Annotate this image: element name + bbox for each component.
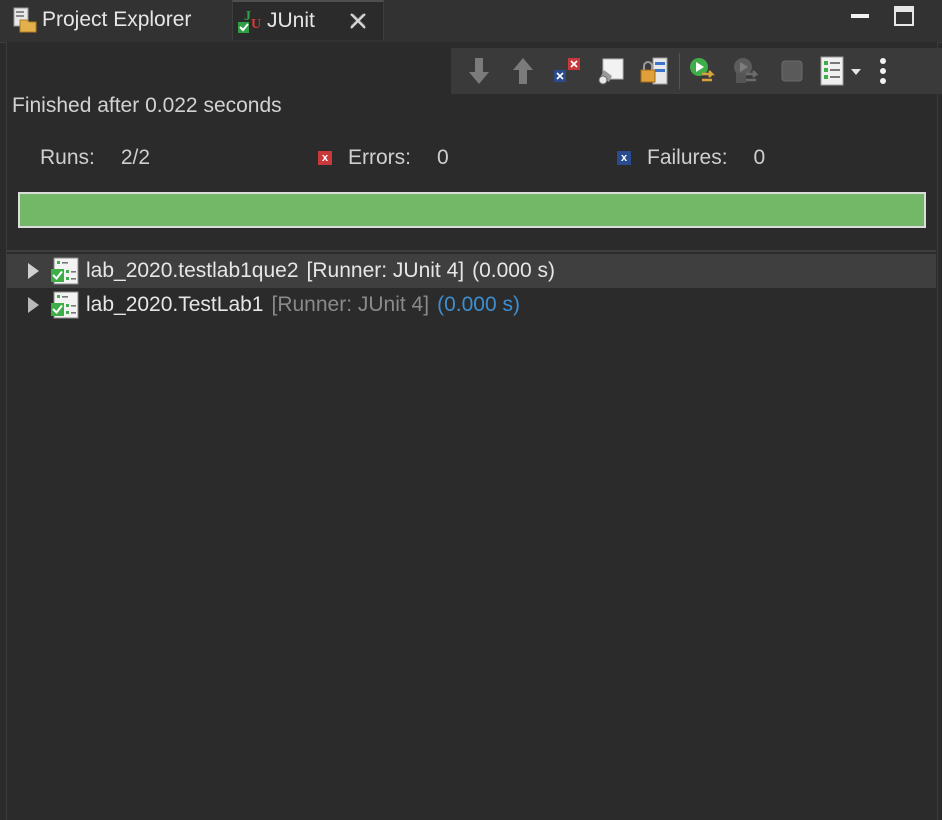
show-skipped-tests-icon[interactable] [589, 51, 633, 91]
view-menu-icon[interactable] [868, 51, 898, 91]
expand-triangle-icon[interactable] [22, 262, 44, 280]
tree-row-testlab1[interactable]: lab_2020.TestLab1 [Runner: JUnit 4] (0.0… [6, 288, 936, 322]
test-suite-success-icon [48, 290, 82, 320]
progress-fill [20, 194, 924, 226]
runs-counter: Runs: 2/2 [40, 146, 150, 170]
runs-value: 2/2 [120, 146, 151, 169]
failures-value: 0 [753, 146, 766, 169]
test-class-name: lab_2020.TestLab1 [86, 293, 264, 316]
scroll-lock-icon[interactable] [633, 51, 677, 91]
error-icon: x [318, 151, 332, 165]
minimize-icon[interactable] [848, 4, 872, 28]
test-tree: lab_2020.testlab1que2 [Runner: JUnit 4] … [6, 254, 936, 322]
rerun-failed-first-icon[interactable] [726, 51, 770, 91]
junit-icon: J U [233, 6, 267, 36]
test-progress-bar [18, 192, 926, 228]
tab-junit-label: JUnit [267, 9, 315, 32]
view-tab-strip: Project Explorer J U JUnit [0, 0, 942, 43]
errors-label: Errors: [348, 146, 411, 169]
test-runner-label: [Runner: JUnit 4] [271, 293, 430, 316]
sash-divider[interactable] [6, 250, 936, 252]
rerun-test-icon[interactable] [682, 51, 726, 91]
project-explorer-icon [8, 5, 42, 35]
tree-row-testlab1que2[interactable]: lab_2020.testlab1que2 [Runner: JUnit 4] … [6, 254, 936, 288]
finished-status-text: Finished after 0.022 seconds [12, 94, 282, 117]
failure-icon: x [617, 151, 631, 165]
test-suite-success-icon [48, 256, 82, 286]
svg-text:U: U [251, 17, 261, 32]
close-icon[interactable] [345, 8, 371, 34]
tab-project-explorer-label: Project Explorer [42, 8, 192, 31]
maximize-icon[interactable] [892, 4, 916, 28]
test-time-label: (0.000 s) [472, 259, 555, 282]
previous-failure-icon[interactable] [501, 51, 545, 91]
svg-text:J: J [244, 9, 251, 24]
errors-value: 0 [437, 146, 449, 169]
failures-label: Failures: [647, 146, 728, 169]
next-failure-icon[interactable] [457, 51, 501, 91]
test-run-history-icon[interactable] [814, 51, 868, 91]
tab-junit[interactable]: J U JUnit [232, 0, 384, 40]
toolbar-separator [679, 53, 680, 89]
stop-icon[interactable] [770, 51, 814, 91]
errors-counter: x Errors: 0 [318, 146, 449, 170]
failures-counter: x Failures: 0 [617, 146, 765, 170]
test-runner-label: [Runner: JUnit 4] [306, 259, 465, 282]
expand-triangle-icon[interactable] [22, 296, 44, 314]
junit-toolbar [451, 48, 942, 94]
test-class-name: lab_2020.testlab1que2 [86, 259, 299, 282]
test-time-label: (0.000 s) [437, 293, 520, 316]
show-failures-only-icon[interactable] [545, 51, 589, 91]
tab-project-explorer[interactable]: Project Explorer [8, 0, 203, 40]
runs-label: Runs: [40, 146, 95, 169]
